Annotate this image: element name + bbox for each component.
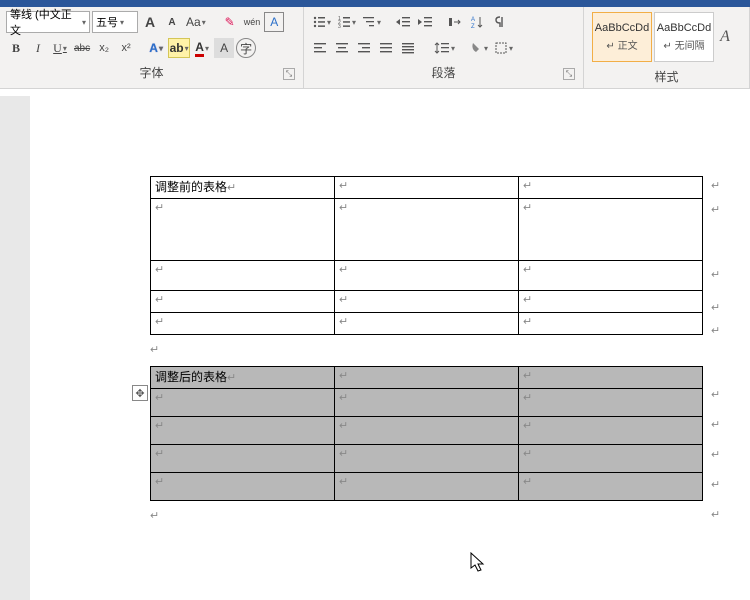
chevron-down-icon: ▾ bbox=[82, 18, 86, 27]
font-family-combo[interactable]: 等线 (中文正文▾ bbox=[6, 11, 90, 33]
group-styles-label: 样式 bbox=[590, 64, 743, 88]
chevron-down-icon: ▾ bbox=[120, 18, 124, 27]
clear-formatting-button[interactable]: ✎ bbox=[220, 12, 240, 32]
superscript-button[interactable]: x² bbox=[116, 38, 136, 58]
font-dialog-launcher[interactable]: ⤡ bbox=[283, 68, 295, 80]
chevron-down-icon: ▾ bbox=[509, 44, 513, 53]
change-case-button[interactable]: Aa▾ bbox=[184, 12, 208, 32]
chevron-down-icon: ▾ bbox=[377, 18, 381, 27]
svg-text:Z: Z bbox=[471, 24, 475, 29]
chevron-down-icon: ▾ bbox=[451, 44, 455, 53]
decrease-indent-button[interactable] bbox=[393, 12, 413, 32]
bold-button[interactable]: B bbox=[6, 38, 26, 58]
chevron-down-icon: ▾ bbox=[63, 44, 67, 53]
table-cell-text: 调整后的表格 bbox=[155, 370, 227, 384]
style-no-spacing[interactable]: AaBbCcDd ↵ 无间隔 bbox=[654, 12, 714, 62]
table-move-handle[interactable]: ✥ bbox=[132, 385, 148, 401]
page[interactable]: 调整前的表格↵↵↵ ↵↵↵ ↵↵↵ ↵↵↵ ↵↵↵ ↵ 调整后的表格↵↵↵ ↵↵… bbox=[30, 96, 750, 600]
chevron-down-icon: ▾ bbox=[185, 44, 189, 53]
numbering-button[interactable]: 123▾ bbox=[335, 12, 358, 32]
row-end-mark: ↵ bbox=[711, 268, 720, 281]
style-name: ↵ 正文 bbox=[606, 37, 637, 52]
underline-label: U bbox=[53, 41, 62, 56]
row-end-mark: ↵ bbox=[711, 179, 720, 192]
multilevel-list-button[interactable]: ▾ bbox=[360, 12, 383, 32]
text-effects-button[interactable]: A▾ bbox=[146, 38, 166, 58]
group-font: 等线 (中文正文▾ 五号▾ A A Aa▾ ✎ wén A B I U▾ abc… bbox=[0, 7, 304, 88]
row-end-mark: ↵ bbox=[711, 324, 720, 337]
align-center-button[interactable] bbox=[332, 38, 352, 58]
italic-button[interactable]: I bbox=[28, 38, 48, 58]
font-size-value: 五号 bbox=[96, 14, 118, 30]
document-area[interactable]: 调整前的表格↵↵↵ ↵↵↵ ↵↵↵ ↵↵↵ ↵↵↵ ↵ 调整后的表格↵↵↵ ↵↵… bbox=[0, 96, 750, 600]
paragraph-dialog-launcher[interactable]: ⤡ bbox=[563, 68, 575, 80]
row-end-mark: ↵ bbox=[711, 448, 720, 461]
paragraph-mark: ↵ bbox=[150, 343, 159, 356]
bullets-button[interactable]: ▾ bbox=[310, 12, 333, 32]
left-margin bbox=[0, 96, 30, 600]
style-normal[interactable]: AaBbCcDd ↵ 正文 bbox=[592, 12, 652, 62]
borders-button[interactable]: ▾ bbox=[492, 38, 515, 58]
char-border-button[interactable]: A bbox=[264, 12, 284, 32]
subscript-button[interactable]: x₂ bbox=[94, 38, 114, 58]
chevron-down-icon: ▾ bbox=[159, 44, 163, 53]
svg-text:3: 3 bbox=[338, 24, 341, 29]
enclose-char-button[interactable]: 字 bbox=[236, 38, 256, 58]
chevron-down-icon: ▾ bbox=[202, 18, 206, 27]
style-preview: AaBbCcDd bbox=[595, 22, 649, 34]
shading-button[interactable]: ▾ bbox=[467, 38, 490, 58]
grow-font-button[interactable]: A bbox=[140, 12, 160, 32]
styles-gallery[interactable]: AaBbCcDd ↵ 正文 AaBbCcDd ↵ 无间隔 A bbox=[590, 10, 743, 64]
chevron-down-icon: ▾ bbox=[484, 44, 488, 53]
table-cell-text: 调整前的表格 bbox=[155, 180, 227, 194]
row-end-mark: ↵ bbox=[711, 203, 720, 216]
line-spacing-button[interactable]: ▾ bbox=[432, 38, 457, 58]
align-justify-button[interactable] bbox=[376, 38, 396, 58]
chevron-down-icon: ▾ bbox=[205, 44, 209, 53]
ltr-button[interactable] bbox=[445, 12, 465, 32]
svg-text:A: A bbox=[471, 17, 475, 23]
font-family-value: 等线 (中文正文 bbox=[10, 6, 80, 38]
row-end-mark: ↵ bbox=[711, 418, 720, 431]
style-preview: AaBbCcDd bbox=[657, 22, 711, 34]
row-end-mark: ↵ bbox=[711, 478, 720, 491]
align-right-button[interactable] bbox=[354, 38, 374, 58]
increase-indent-button[interactable] bbox=[415, 12, 435, 32]
paragraph-mark: ↵ bbox=[150, 509, 159, 522]
underline-button[interactable]: U▾ bbox=[50, 38, 70, 58]
row-end-mark: ↵ bbox=[711, 388, 720, 401]
sort-button[interactable]: AZ bbox=[467, 12, 487, 32]
text-effects-icon: A bbox=[149, 41, 158, 55]
change-case-label: Aa bbox=[186, 15, 201, 29]
style-name: ↵ 无间隔 bbox=[663, 37, 704, 52]
align-distribute-button[interactable] bbox=[398, 38, 418, 58]
font-size-combo[interactable]: 五号▾ bbox=[92, 11, 138, 33]
group-paragraph-label: 段落⤡ bbox=[310, 60, 577, 84]
group-paragraph: ▾ 123▾ ▾ AZ ▾ ▾ ▾ bbox=[304, 7, 584, 88]
chevron-down-icon: ▾ bbox=[352, 18, 356, 27]
group-styles: AaBbCcDd ↵ 正文 AaBbCcDd ↵ 无间隔 A 样式 bbox=[584, 7, 750, 88]
highlight-button[interactable]: ab▾ bbox=[168, 38, 190, 58]
phonetic-guide-button[interactable]: wén bbox=[242, 12, 263, 32]
chevron-down-icon: ▾ bbox=[327, 18, 331, 27]
highlight-icon: ab bbox=[170, 41, 184, 55]
align-left-button[interactable] bbox=[310, 38, 330, 58]
row-end-mark: ↵ bbox=[711, 301, 720, 314]
table-after[interactable]: 调整后的表格↵↵↵ ↵↵↵ ↵↵↵ ↵↵↵ ↵↵↵ bbox=[150, 366, 703, 501]
shrink-font-button[interactable]: A bbox=[162, 12, 182, 32]
char-shading-button[interactable]: A bbox=[214, 38, 234, 58]
group-font-label: 字体⤡ bbox=[6, 60, 297, 84]
row-end-mark: ↵ bbox=[711, 508, 720, 521]
show-marks-button[interactable] bbox=[489, 12, 509, 32]
font-color-button[interactable]: A▾ bbox=[192, 38, 212, 58]
strikethrough-button[interactable]: abc bbox=[72, 38, 92, 58]
font-color-icon: A bbox=[195, 40, 204, 57]
ribbon: 等线 (中文正文▾ 五号▾ A A Aa▾ ✎ wén A B I U▾ abc… bbox=[0, 7, 750, 89]
table-before[interactable]: 调整前的表格↵↵↵ ↵↵↵ ↵↵↵ ↵↵↵ ↵↵↵ bbox=[150, 176, 703, 335]
styles-more: A bbox=[716, 12, 734, 62]
title-bar bbox=[0, 0, 750, 7]
